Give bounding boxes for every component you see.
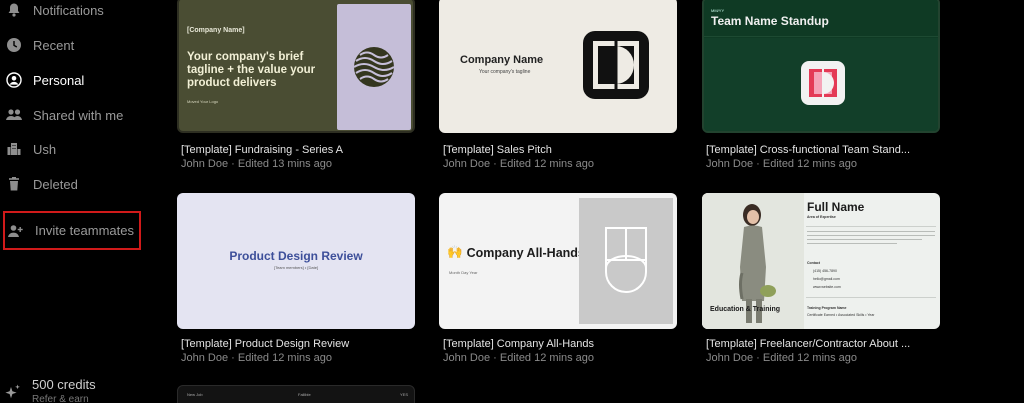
sidebar-item-notifications[interactable]: Notifications [4, 0, 104, 25]
credits-section[interactable]: 500 credits Refer & earn [4, 377, 96, 403]
sidebar-item-label: Ush [33, 141, 57, 157]
thumb-contact: Contact [807, 261, 821, 265]
template-card-freelancer[interactable]: Education & Training Full Name Area of E… [702, 193, 940, 329]
thumb-headline: Product Design Review [229, 249, 363, 263]
thumb-mid-text: Fallible [298, 392, 311, 397]
wave-globe-icon [353, 47, 395, 87]
card-title[interactable]: [Template] Company All-Hands [443, 338, 683, 350]
raised-hands-icon: 🙌 [447, 245, 463, 259]
outline-logo-icon [605, 227, 647, 293]
sidebar-item-recent[interactable]: Recent [4, 30, 74, 60]
thumb-education: Education & Training [710, 306, 781, 313]
sidebar-item-label: Recent [33, 37, 75, 53]
standup-logo-icon [801, 61, 845, 105]
bell-icon [5, 1, 23, 19]
users-icon [5, 106, 23, 124]
card-title[interactable]: [Template] Sales Pitch [443, 144, 683, 156]
credits-count: 500 credits [32, 377, 96, 392]
thumb-right-text: YES [400, 392, 409, 397]
thumb-headline: Team Name Standup [711, 14, 829, 28]
invite-teammates-button[interactable]: Invite teammates [3, 211, 141, 250]
thumb-tagline: Your company's tagline [479, 69, 531, 75]
thumb-company-name: Company Name [460, 54, 544, 66]
card-meta: John Doe · Edited 13 mins ago [181, 158, 333, 170]
thumb-headline-row: 🙌 Company All-Hands [447, 245, 585, 260]
divider [806, 297, 936, 298]
thumb-email: hello@gmail.com [813, 277, 840, 281]
card-title[interactable]: [Template] Freelancer/Contractor About .… [706, 338, 946, 350]
sidebar-item-shared-with-me[interactable]: Shared with me [4, 100, 123, 130]
template-card-new-job[interactable]: New Job Fallible YES [177, 385, 415, 403]
user-plus-icon [7, 222, 25, 240]
card-meta: John Doe · Edited 12 mins ago [706, 158, 858, 170]
template-card-team-standup[interactable]: MM/YY Team Name Standup [702, 0, 940, 133]
thumb-panel [337, 4, 411, 130]
thumb-program-sub: Certificate Earned • Associated Skills •… [807, 313, 875, 317]
refer-earn-link[interactable]: Refer & earn [32, 394, 96, 403]
thumb-date: Month Day Year [449, 270, 478, 275]
thumb-area: Area of Expertise [807, 215, 836, 219]
sidebar-item-label: Shared with me [33, 107, 124, 123]
thumb-left-text: New Job [187, 392, 203, 397]
thumb-program: Training Program Name [807, 306, 847, 310]
card-meta: John Doe · Edited 12 mins ago [706, 352, 858, 364]
sidebar-item-label: Personal [33, 72, 85, 88]
thumb-company-tag: [Company Name] [187, 27, 245, 34]
template-card-company-all-hands[interactable]: 🙌 Company All-Hands Month Day Year [439, 193, 677, 329]
trash-icon [5, 175, 23, 193]
thumb-full-name: Full Name [807, 200, 865, 214]
thumb-bio-lines [807, 231, 935, 244]
clock-icon [5, 36, 23, 54]
sidebar-item-personal[interactable]: Personal [4, 65, 84, 95]
thumb-headline: Company All-Hands [466, 245, 585, 260]
thumb-phone: (415) 456-7890 [813, 269, 837, 273]
divider [806, 226, 936, 227]
sidebar-item-deleted[interactable]: Deleted [4, 169, 78, 199]
template-card-product-design-review[interactable]: Product Design Review [Team members] • [… [177, 193, 415, 329]
building-icon [5, 140, 23, 158]
thumb-site: www.website.com [813, 285, 841, 289]
thumb-date: MM/YY [711, 8, 725, 13]
thumb-sub: [Team members] • [Date] [273, 265, 319, 270]
template-card-sales-pitch[interactable]: Company Name Your company's tagline [439, 0, 677, 133]
invite-teammates-label: Invite teammates [35, 223, 134, 238]
card-title[interactable]: [Template] Cross-functional Team Stand..… [706, 144, 946, 156]
sidebar-item-label: Notifications [33, 2, 104, 18]
logo-mark-icon [583, 31, 649, 99]
sidebar-item-label: Deleted [33, 176, 78, 192]
card-meta: John Doe · Edited 12 mins ago [181, 352, 333, 364]
thumb-panel [579, 198, 673, 324]
card-meta: John Doe · Edited 12 mins ago [443, 352, 595, 364]
thumb-headline: Your company's brief tagline + the value… [187, 51, 316, 89]
template-card-fundraising[interactable]: [Company Name] Your company's brief tagl… [177, 0, 415, 133]
user-circle-icon [5, 71, 23, 89]
card-meta: John Doe · Edited 12 mins ago [443, 158, 595, 170]
sparkle-icon [4, 383, 22, 403]
thumb-footer: Moved Your Logo [187, 99, 219, 104]
sidebar: Notifications Recent Personal Shared wit… [0, 0, 150, 403]
sidebar-item-ush[interactable]: Ush [4, 134, 56, 164]
card-title[interactable]: [Template] Product Design Review [181, 338, 421, 350]
card-title[interactable]: [Template] Fundraising - Series A [181, 144, 421, 156]
